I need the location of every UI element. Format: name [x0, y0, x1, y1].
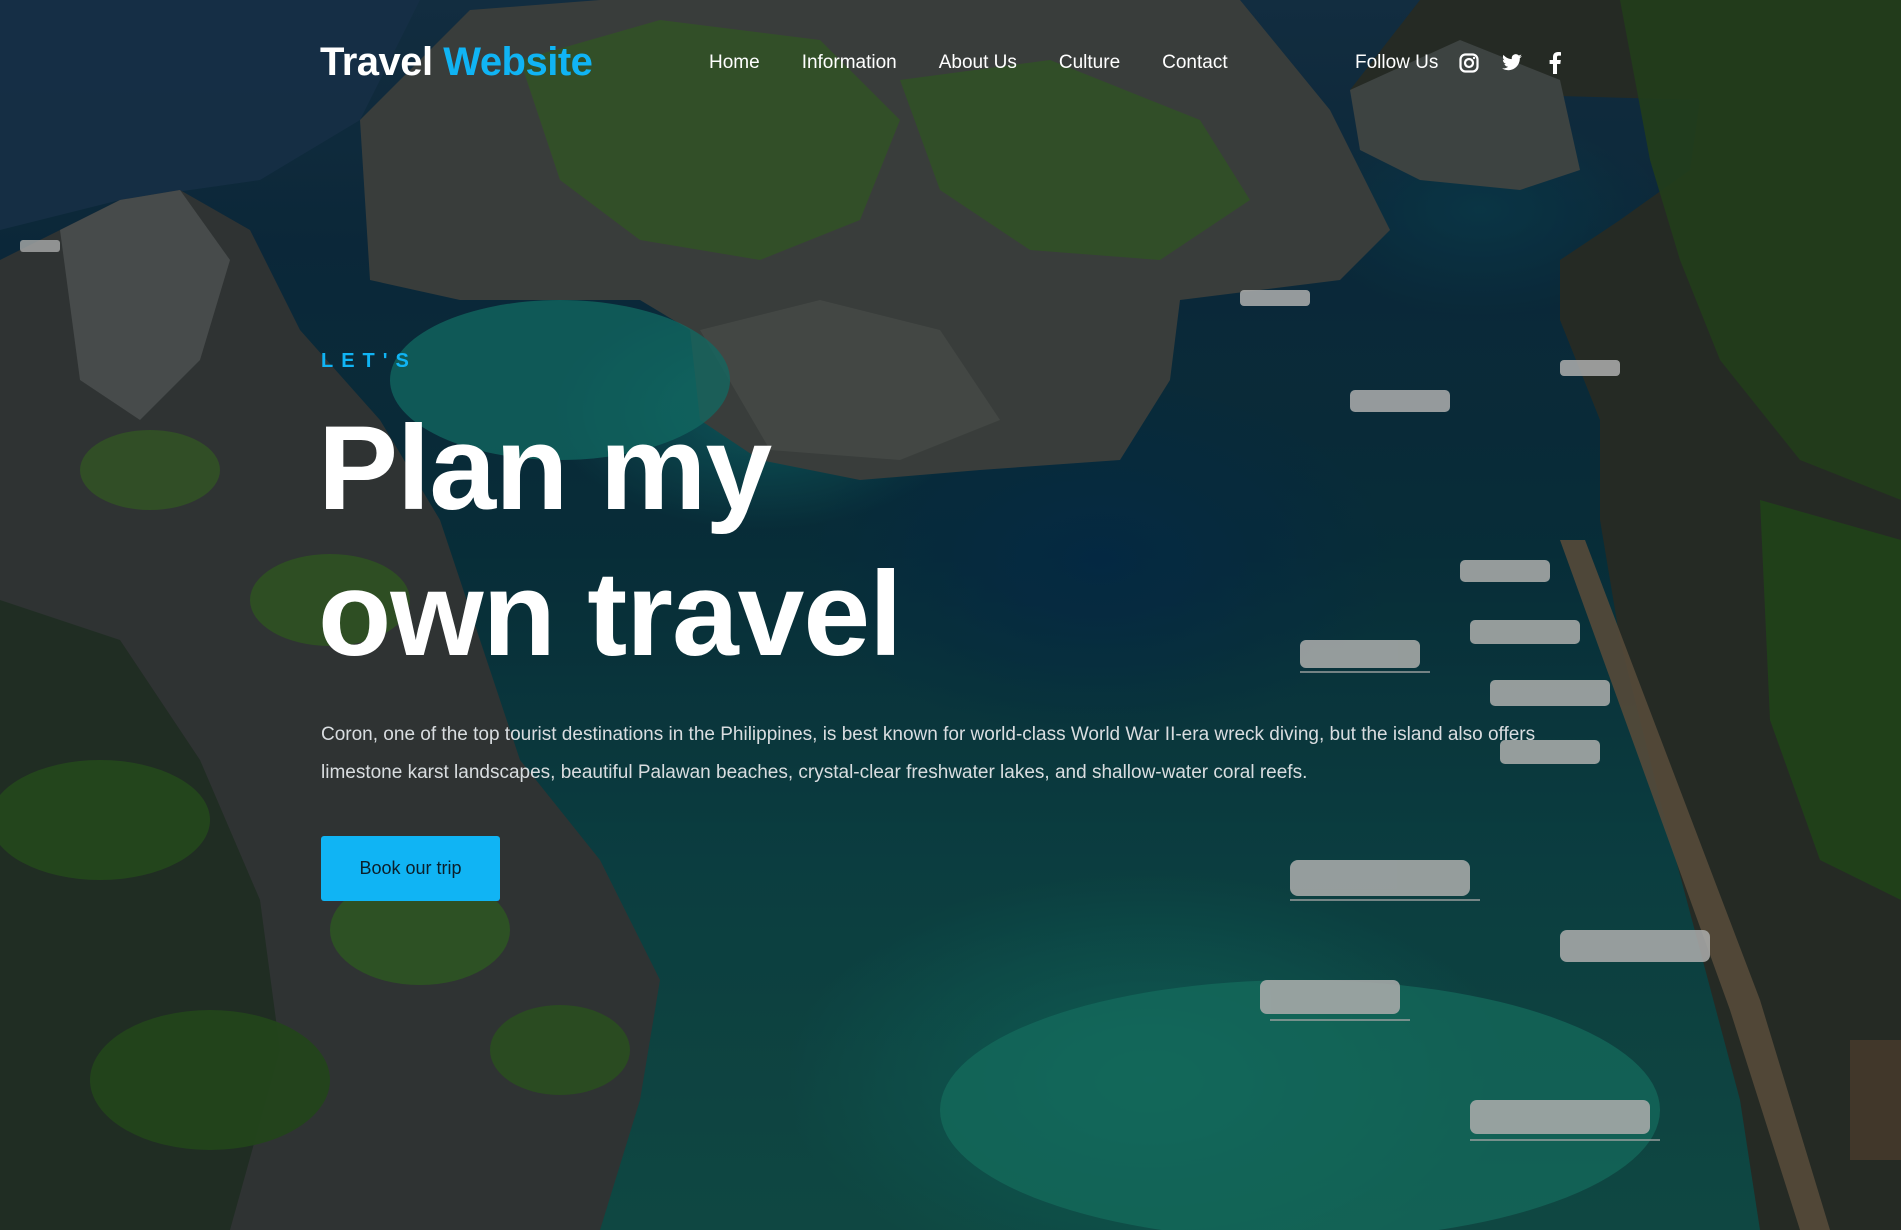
logo-main: Travel	[320, 40, 433, 84]
facebook-icon[interactable]	[1544, 52, 1566, 74]
nav-item-contact[interactable]: Contact	[1162, 52, 1227, 74]
twitter-icon[interactable]	[1501, 52, 1523, 74]
logo-accent: Website	[443, 40, 593, 84]
nav-item-information[interactable]: Information	[802, 52, 897, 74]
hero-kicker: LET'S	[321, 350, 417, 372]
follow-us-label: Follow Us	[1355, 52, 1439, 73]
hero-description: Coron, one of the top tourist destinatio…	[321, 724, 1536, 783]
nav-item-about-us[interactable]: About Us	[939, 52, 1017, 74]
nav-item-culture[interactable]: Culture	[1059, 52, 1120, 74]
headline-line-2: own travel	[318, 547, 903, 681]
main-nav: Home Information About Us Culture Contac…	[690, 52, 1270, 74]
hero-section: Travel Website Home Information About Us…	[0, 0, 1901, 1230]
nav-item-home[interactable]: Home	[709, 52, 760, 74]
book-trip-button[interactable]: Book our trip	[321, 836, 500, 901]
headline-line-1: Plan my	[318, 401, 772, 535]
instagram-icon[interactable]	[1458, 52, 1480, 74]
site-logo[interactable]: Travel Website	[320, 40, 593, 85]
navbar: Travel Website Home Information About Us…	[0, 0, 1901, 130]
hero-headline: Plan my own travel	[318, 395, 1218, 687]
follow-us: Follow Us	[1355, 52, 1587, 74]
